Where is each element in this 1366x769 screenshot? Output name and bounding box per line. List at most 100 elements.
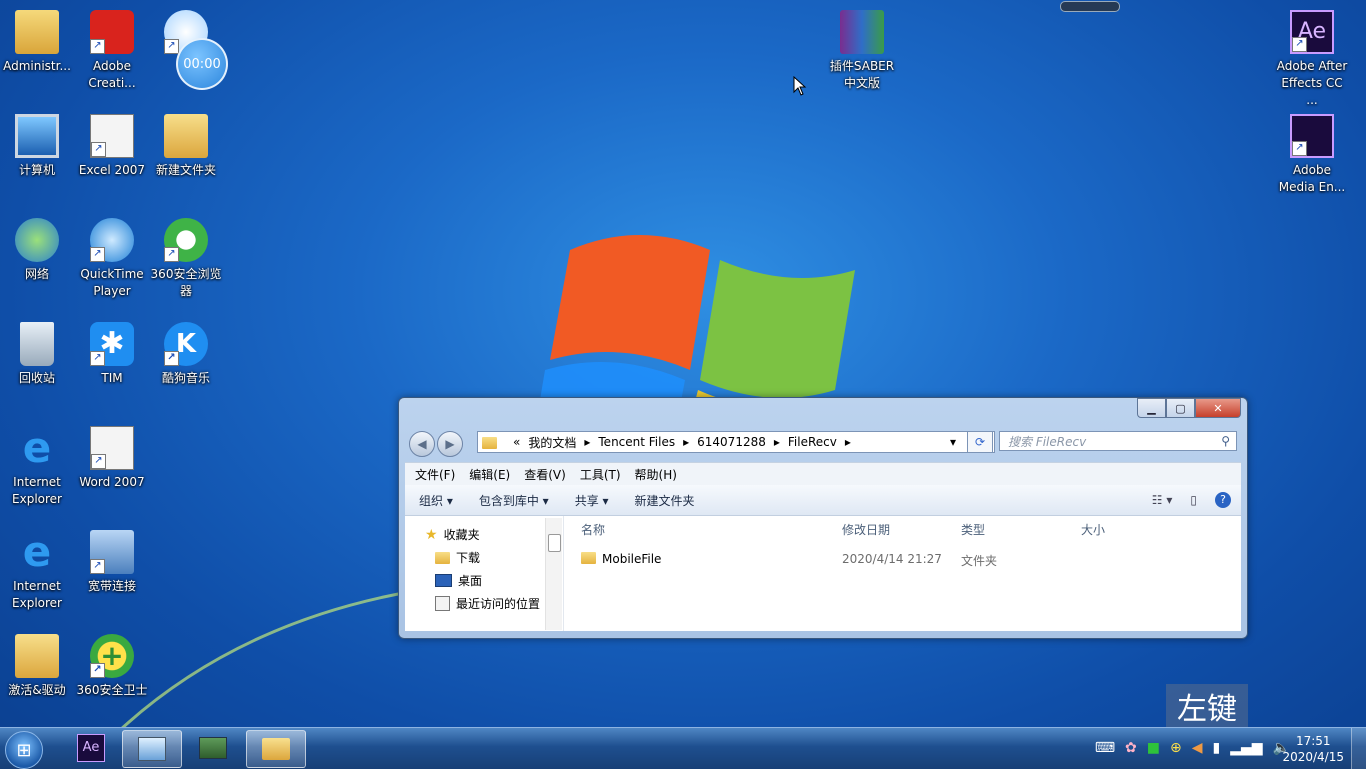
kugou-icon: K ↗ bbox=[164, 322, 208, 366]
downloads-folder-icon bbox=[435, 551, 450, 565]
nav-downloads[interactable]: 下载 bbox=[435, 549, 480, 566]
desktop-icon-excel[interactable]: ↗ Excel 2007 bbox=[76, 112, 148, 179]
system-tray: ⌨ ✿ ■ ⊕ ◀ ▮ ▂▄▆ 🔈 bbox=[1095, 740, 1290, 756]
window-controls: ▁ ▢ ✕ bbox=[1137, 398, 1241, 418]
usb-icon[interactable]: ▮ bbox=[1213, 740, 1221, 756]
desktop-icon-internet-explorer-1[interactable]: e Internet Explorer bbox=[1, 424, 73, 508]
minimize-button[interactable]: ▁ bbox=[1137, 398, 1166, 418]
column-name[interactable]: 名称 bbox=[581, 521, 605, 538]
signal-icon[interactable]: ▂▄▆ bbox=[1230, 740, 1262, 756]
wallpaper-swirl bbox=[120, 588, 420, 730]
desktop-icon-360-security[interactable]: + ↗ 360安全卫士 bbox=[76, 632, 148, 699]
speaker-tray-icon[interactable]: ◀ bbox=[1192, 740, 1203, 756]
security-360-tray-icon[interactable]: ⊕ bbox=[1170, 740, 1182, 756]
forward-button[interactable]: ▶ bbox=[437, 431, 463, 457]
media-encoder-icon: ↗ bbox=[1290, 114, 1334, 158]
taskbar: ⊞ Ae ⌨ ✿ ■ ⊕ ◀ ▮ ▂▄▆ 🔈 17:51 2020/4/15 bbox=[0, 727, 1366, 769]
recording-timer[interactable]: 00:00 bbox=[176, 38, 228, 90]
preview-pane-icon[interactable]: ▯ bbox=[1190, 493, 1197, 507]
back-button[interactable]: ◀ bbox=[409, 431, 435, 457]
after-effects-icon: Ae bbox=[77, 734, 105, 762]
content-area: ★ 收藏夹 下载 桌面 最近访问的位置 名称 修改日期 类型 大小 Mobile… bbox=[405, 516, 1241, 631]
menu-edit[interactable]: 编辑(E) bbox=[469, 466, 510, 483]
excel-icon: ↗ bbox=[90, 114, 134, 158]
command-bar: 组织 ▾ 包含到库中 ▾ 共享 ▾ 新建文件夹 ☷ ▾ ▯ ? bbox=[405, 485, 1241, 516]
column-size[interactable]: 大小 bbox=[1081, 521, 1105, 538]
desktop-icon-internet-explorer-2[interactable]: e Internet Explorer bbox=[1, 528, 73, 612]
clock[interactable]: 17:51 2020/4/15 bbox=[1282, 733, 1344, 765]
desktop-icon-broadband[interactable]: ↗ 宽带连接 bbox=[76, 528, 148, 595]
desktop-icon-tim[interactable]: ✱ ↗ TIM bbox=[76, 320, 148, 387]
breadcrumb-separator-icon: ▸ bbox=[844, 435, 851, 449]
menu-file[interactable]: 文件(F) bbox=[415, 466, 455, 483]
close-button[interactable]: ✕ bbox=[1195, 398, 1241, 418]
desktop-icon-360-browser[interactable]: ↗ 360安全浏览器 bbox=[150, 216, 222, 300]
menu-tools[interactable]: 工具(T) bbox=[580, 466, 621, 483]
breadcrumb-account[interactable]: 614071288 bbox=[697, 435, 766, 449]
word-icon: ↗ bbox=[90, 426, 134, 470]
taskbar-control-panel[interactable] bbox=[122, 730, 182, 768]
tim-icon: ✱ ↗ bbox=[90, 322, 134, 366]
desktop-icon-administrator[interactable]: Administr... bbox=[1, 8, 73, 75]
menu-help[interactable]: 帮助(H) bbox=[635, 466, 677, 483]
start-button[interactable]: ⊞ bbox=[5, 731, 43, 769]
nav-desktop[interactable]: 桌面 bbox=[435, 572, 482, 589]
breadcrumb-tencent-files[interactable]: Tencent Files bbox=[598, 435, 675, 449]
desktop-icon-computer[interactable]: 计算机 bbox=[1, 112, 73, 179]
menu-bar: 文件(F) 编辑(E) 查看(V) 工具(T) 帮助(H) bbox=[405, 462, 1241, 485]
help-icon[interactable]: ? bbox=[1215, 492, 1231, 508]
desktop-icon-activate-driver[interactable]: 激活&驱动 bbox=[1, 632, 73, 699]
breadcrumb-my-documents[interactable]: 我的文档 bbox=[528, 434, 576, 451]
taskbar-explorer[interactable] bbox=[246, 730, 306, 768]
desktop-icon-network[interactable]: 网络 bbox=[1, 216, 73, 283]
breadcrumb-separator-icon: ▸ bbox=[584, 435, 591, 449]
flower-icon[interactable]: ✿ bbox=[1125, 740, 1137, 756]
maximize-button[interactable]: ▢ bbox=[1166, 398, 1195, 418]
scrollbar-thumb[interactable] bbox=[548, 534, 561, 552]
desktop-icon-new-folder[interactable]: 新建文件夹 bbox=[150, 112, 222, 179]
desktop-icon-after-effects[interactable]: Ae ↗ Adobe After Effects CC ... bbox=[1276, 8, 1348, 109]
new-folder-button[interactable]: 新建文件夹 bbox=[635, 492, 695, 509]
taskbar-device-manager[interactable] bbox=[184, 730, 242, 766]
browser-360-icon: ↗ bbox=[164, 218, 208, 262]
desktop-icon-word[interactable]: ↗ Word 2007 bbox=[76, 424, 148, 491]
taskbar-after-effects[interactable]: Ae bbox=[62, 730, 120, 766]
menu-view[interactable]: 查看(V) bbox=[524, 466, 566, 483]
explorer-window[interactable]: ▁ ▢ ✕ ◀ ▶ « 我的文档 ▸ Tencent Files ▸ 61407… bbox=[398, 397, 1248, 639]
address-bar[interactable]: « 我的文档 ▸ Tencent Files ▸ 614071288 ▸ Fil… bbox=[477, 431, 995, 453]
nav-scrollbar[interactable] bbox=[545, 518, 562, 630]
refresh-button[interactable]: ⟳ bbox=[967, 431, 993, 453]
search-input[interactable]: 搜索 FileRecv ⚲ bbox=[999, 431, 1237, 451]
nav-label: 桌面 bbox=[458, 574, 483, 588]
breadcrumb-filerecv[interactable]: FileRecv bbox=[788, 435, 837, 449]
floating-toolbar-handle[interactable] bbox=[1060, 1, 1120, 12]
desktop-icon-saber[interactable]: 插件SABER中文版 bbox=[826, 8, 898, 92]
desktop-icon-adobe-creative-cloud[interactable]: ↗ Adobe Creati... bbox=[76, 8, 148, 92]
view-options-icon[interactable]: ☷ ▾ bbox=[1152, 493, 1173, 507]
quicktime-icon: ↗ bbox=[90, 218, 134, 262]
star-icon: ★ bbox=[425, 526, 438, 543]
desktop-icon-media-encoder[interactable]: ↗ Adobe Media En... bbox=[1276, 112, 1348, 196]
show-desktop-button[interactable] bbox=[1351, 728, 1366, 769]
computer-icon bbox=[15, 114, 59, 158]
adobe-cc-icon: ↗ bbox=[90, 10, 134, 54]
breadcrumb-overflow[interactable]: « bbox=[513, 435, 520, 449]
desktop-icon-recycle-bin[interactable]: 回收站 bbox=[1, 320, 73, 387]
organize-button[interactable]: 组织 ▾ bbox=[419, 492, 453, 509]
desktop-icon-quicktime[interactable]: ↗ QuickTime Player bbox=[76, 216, 148, 300]
nav-label: 最近访问的位置 bbox=[456, 597, 541, 611]
control-panel-icon bbox=[138, 737, 166, 761]
desktop-icon-kugou[interactable]: K ↗ 酷狗音乐 bbox=[150, 320, 222, 387]
keyboard-icon[interactable]: ⌨ bbox=[1095, 740, 1115, 756]
column-type[interactable]: 类型 bbox=[961, 521, 985, 538]
nav-favorites[interactable]: ★ 收藏夹 bbox=[425, 526, 480, 543]
address-dropdown-icon[interactable]: ▾ bbox=[950, 435, 956, 449]
share-button[interactable]: 共享 ▾ bbox=[575, 492, 609, 509]
green-square-icon[interactable]: ■ bbox=[1147, 740, 1160, 756]
column-date-modified[interactable]: 修改日期 bbox=[842, 521, 890, 538]
navigation-pane: ★ 收藏夹 下载 桌面 最近访问的位置 bbox=[405, 516, 564, 631]
include-in-library-button[interactable]: 包含到库中 ▾ bbox=[479, 492, 549, 509]
nav-recent-places[interactable]: 最近访问的位置 bbox=[435, 595, 540, 612]
file-row[interactable]: MobileFile 2020/4/14 21:27 文件夹 bbox=[581, 552, 1241, 570]
windows-logo-icon: ⊞ bbox=[16, 739, 32, 761]
